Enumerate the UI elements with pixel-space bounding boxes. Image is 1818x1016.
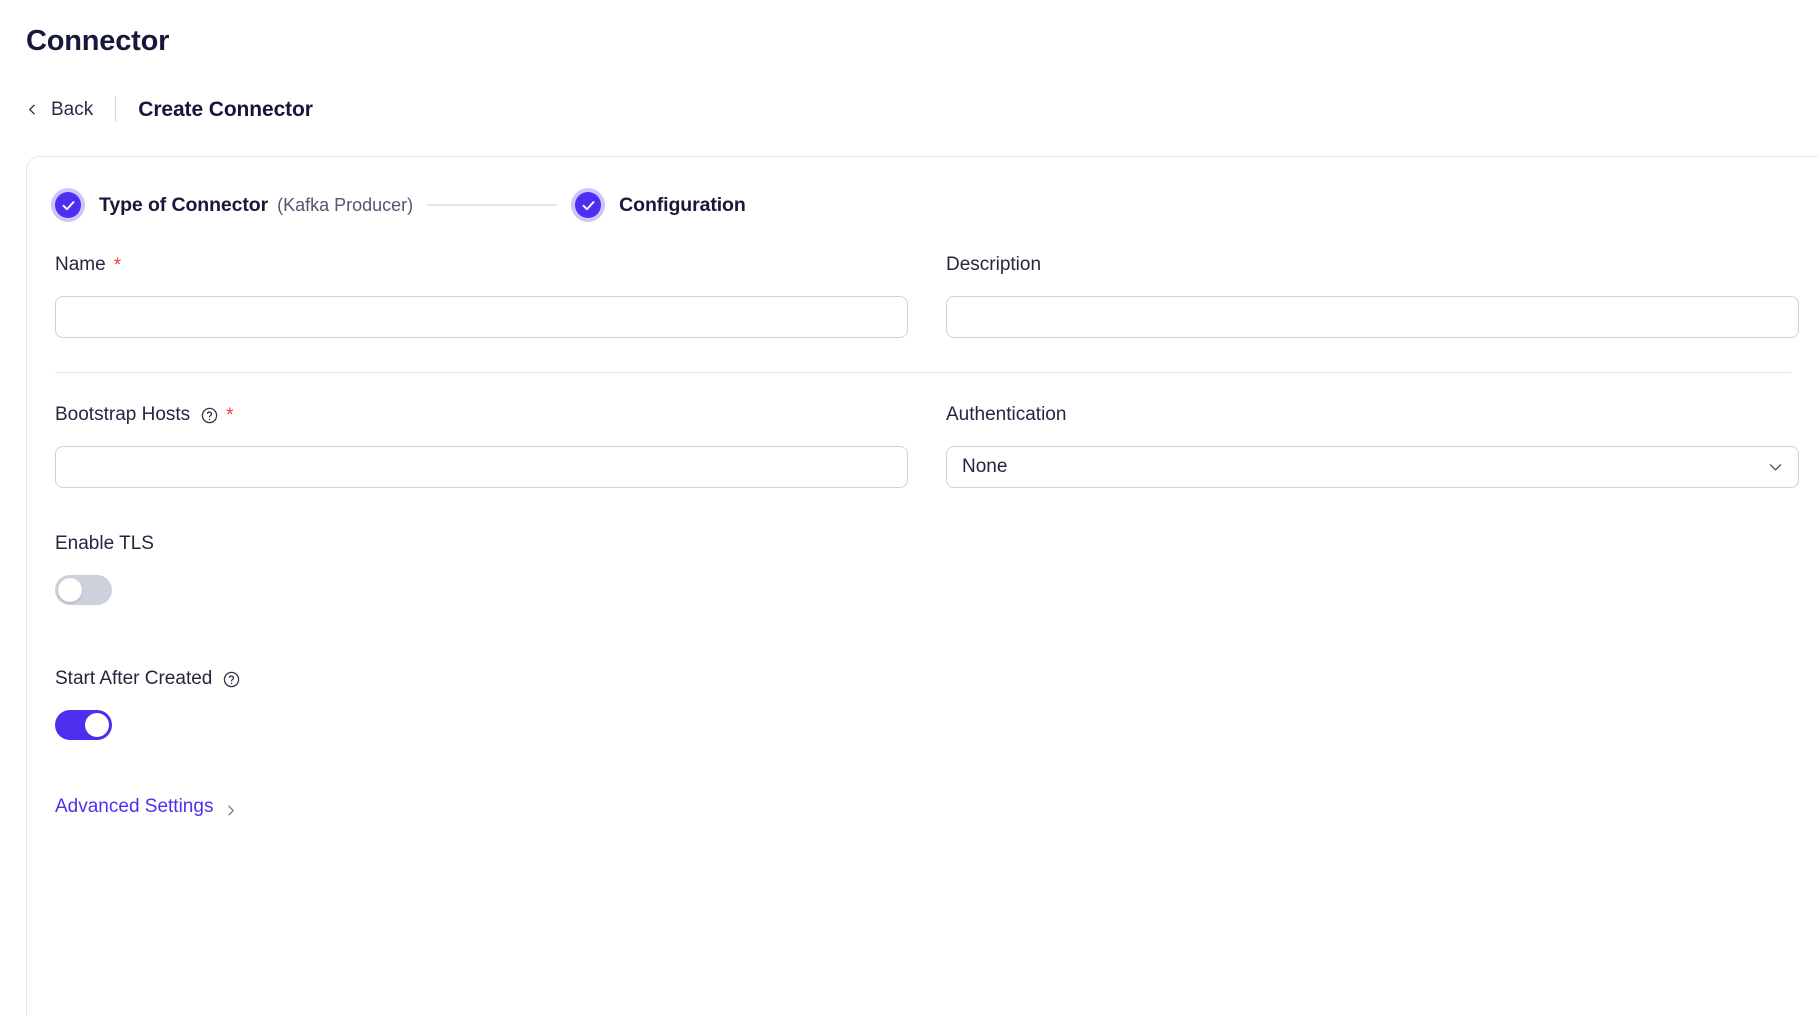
- back-label: Back: [51, 100, 93, 119]
- authentication-selected-value: None: [962, 456, 1007, 478]
- field-label-enable-tls: Enable TLS: [55, 532, 1791, 556]
- chevron-left-icon: [26, 103, 39, 116]
- field-label-description: Description: [946, 253, 1799, 277]
- label-text: Name: [55, 254, 106, 276]
- field-enable-tls: Enable TLS: [27, 532, 1818, 605]
- enable-tls-toggle[interactable]: [55, 575, 112, 605]
- field-bootstrap-hosts: Bootstrap Hosts *: [55, 403, 908, 488]
- start-after-created-toggle[interactable]: [55, 710, 112, 740]
- chevron-right-icon: [224, 801, 237, 814]
- toggle-knob: [85, 713, 109, 737]
- required-asterisk: *: [114, 256, 121, 275]
- stepper-step-configuration[interactable]: Configuration: [571, 188, 746, 222]
- form-divider: [55, 372, 1791, 373]
- back-button[interactable]: Back: [26, 100, 93, 119]
- field-label-name: Name *: [55, 253, 908, 277]
- label-text: Enable TLS: [55, 533, 154, 555]
- label-text: Description: [946, 254, 1041, 276]
- required-asterisk: *: [226, 406, 233, 425]
- stepper-connector-line: [427, 204, 557, 206]
- check-icon: [571, 188, 605, 222]
- stepper-step-sublabel: (Kafka Producer): [277, 195, 413, 216]
- breadcrumb-current: Create Connector: [138, 99, 313, 120]
- advanced-settings-label: Advanced Settings: [55, 796, 213, 818]
- form-row-hosts-auth: Bootstrap Hosts * Authentication None: [27, 403, 1818, 488]
- form-row-name-description: Name * Description: [27, 253, 1818, 338]
- authentication-select[interactable]: None: [946, 446, 1799, 488]
- label-text: Start After Created: [55, 668, 212, 690]
- stepper-step-label: Configuration: [619, 194, 746, 217]
- field-name: Name *: [55, 253, 908, 338]
- create-connector-card: Type of Connector (Kafka Producer) Confi…: [26, 156, 1818, 1016]
- stepper-step-type-of-connector[interactable]: Type of Connector (Kafka Producer): [51, 188, 413, 222]
- stepper-step-label: Type of Connector: [99, 194, 268, 217]
- name-input[interactable]: [55, 296, 908, 338]
- field-description: Description: [946, 253, 1799, 338]
- authentication-select-wrapper: None: [946, 446, 1799, 488]
- bootstrap-hosts-input[interactable]: [55, 446, 908, 488]
- check-icon: [51, 188, 85, 222]
- toggle-knob: [58, 578, 82, 602]
- label-text: Bootstrap Hosts: [55, 404, 190, 426]
- question-circle-icon[interactable]: [223, 671, 240, 688]
- question-circle-icon[interactable]: [201, 407, 218, 424]
- breadcrumb-divider: [115, 96, 116, 122]
- stepper: Type of Connector (Kafka Producer) Confi…: [51, 185, 746, 225]
- description-input[interactable]: [946, 296, 1799, 338]
- field-authentication: Authentication None: [946, 403, 1799, 488]
- field-label-bootstrap-hosts: Bootstrap Hosts *: [55, 403, 908, 427]
- advanced-settings-link[interactable]: Advanced Settings: [55, 796, 237, 818]
- page-title: Connector: [26, 24, 169, 59]
- field-label-authentication: Authentication: [946, 403, 1799, 427]
- field-start-after-created: Start After Created: [27, 667, 1818, 740]
- field-label-start-after-created: Start After Created: [55, 667, 1791, 691]
- label-text: Authentication: [946, 404, 1066, 426]
- connector-form: Name * Description Bootstrap Hosts: [27, 253, 1818, 818]
- breadcrumb: Back Create Connector: [26, 93, 313, 125]
